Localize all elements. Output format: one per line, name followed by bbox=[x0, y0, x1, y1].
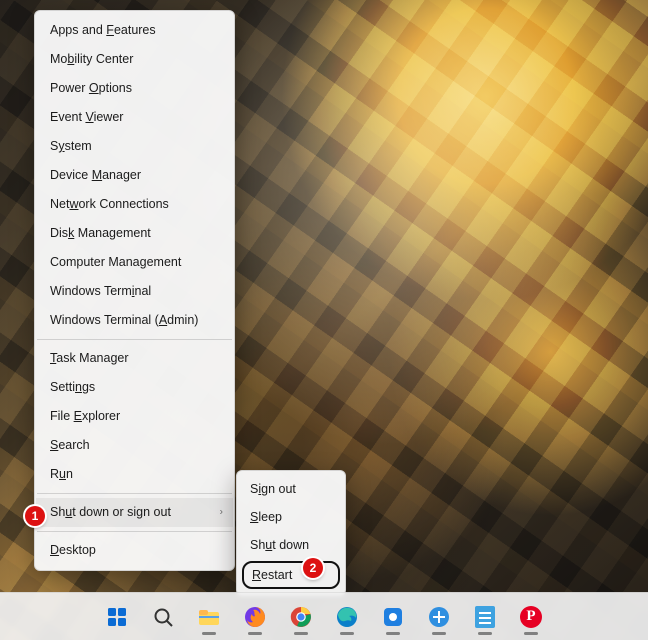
taskbar-start-button[interactable] bbox=[97, 597, 137, 637]
taskbar-pinterest-button[interactable]: P bbox=[511, 597, 551, 637]
menu-item-computer-management[interactable]: Computer Management bbox=[36, 248, 233, 277]
running-indicator bbox=[340, 632, 354, 635]
menu-item-label: Windows Terminal (Admin) bbox=[50, 313, 198, 327]
running-indicator bbox=[248, 632, 262, 635]
taskbar-firefox-button[interactable] bbox=[235, 597, 275, 637]
menu-item-event-viewer[interactable]: Event Viewer bbox=[36, 103, 233, 132]
menu-item-system[interactable]: System bbox=[36, 132, 233, 161]
chrome-icon bbox=[289, 605, 313, 629]
submenu-item-restart[interactable]: Restart bbox=[242, 561, 340, 589]
menu-item-label: Apps and Features bbox=[50, 23, 156, 37]
menu-item-disk-management[interactable]: Disk Management bbox=[36, 219, 233, 248]
menu-item-shutdown-signout[interactable]: Shut down or sign out › bbox=[36, 498, 233, 527]
callout-badge-2: 2 bbox=[303, 558, 323, 578]
taskbar-edge-button[interactable] bbox=[327, 597, 367, 637]
submenu-item-label: Shut down bbox=[250, 538, 309, 552]
menu-item-network-connections[interactable]: Network Connections bbox=[36, 190, 233, 219]
submenu-item-label: Sleep bbox=[250, 510, 282, 524]
menu-item-search[interactable]: Search bbox=[36, 431, 233, 460]
menu-item-device-manager[interactable]: Device Manager bbox=[36, 161, 233, 190]
menu-item-power-options[interactable]: Power Options bbox=[36, 74, 233, 103]
submenu-item-sleep[interactable]: Sleep bbox=[238, 503, 344, 531]
app-icon bbox=[427, 605, 451, 629]
menu-item-mobility-center[interactable]: Mobility Center bbox=[36, 45, 233, 74]
running-indicator bbox=[524, 632, 538, 635]
menu-item-label: Search bbox=[50, 438, 90, 452]
shutdown-submenu: Sign out Sleep Shut down Restart bbox=[236, 470, 346, 596]
menu-item-windows-terminal-admin[interactable]: Windows Terminal (Admin) bbox=[36, 306, 233, 335]
menu-item-label: File Explorer bbox=[50, 409, 120, 423]
search-icon bbox=[151, 605, 175, 629]
menu-separator bbox=[37, 493, 232, 494]
menu-item-label: Computer Management bbox=[50, 255, 181, 269]
menu-item-apps-features[interactable]: Apps and Features bbox=[36, 16, 233, 45]
menu-item-label: Device Manager bbox=[50, 168, 141, 182]
menu-item-label: Settings bbox=[50, 380, 95, 394]
submenu-item-sign-out[interactable]: Sign out bbox=[238, 475, 344, 503]
running-indicator bbox=[386, 632, 400, 635]
file-explorer-icon bbox=[197, 605, 221, 629]
taskbar-search-button[interactable] bbox=[143, 597, 183, 637]
start-icon bbox=[105, 605, 129, 629]
menu-separator bbox=[37, 531, 232, 532]
menu-item-label: Mobility Center bbox=[50, 52, 133, 66]
menu-item-label: Run bbox=[50, 467, 73, 481]
submenu-item-label: Restart bbox=[252, 568, 292, 582]
menu-item-desktop[interactable]: Desktop bbox=[36, 536, 233, 565]
submenu-item-label: Sign out bbox=[250, 482, 296, 496]
menu-item-settings[interactable]: Settings bbox=[36, 373, 233, 402]
taskbar-notes-button[interactable] bbox=[465, 597, 505, 637]
running-indicator bbox=[202, 632, 216, 635]
submenu-item-shut-down[interactable]: Shut down bbox=[238, 531, 344, 559]
pinterest-icon: P bbox=[520, 606, 542, 628]
menu-item-task-manager[interactable]: Task Manager bbox=[36, 344, 233, 373]
notes-icon bbox=[475, 606, 495, 628]
taskbar-bluesquare-button[interactable] bbox=[373, 597, 413, 637]
running-indicator bbox=[478, 632, 492, 635]
running-indicator bbox=[432, 632, 446, 635]
taskbar-chrome-button[interactable] bbox=[281, 597, 321, 637]
running-indicator bbox=[294, 632, 308, 635]
menu-item-windows-terminal[interactable]: Windows Terminal bbox=[36, 277, 233, 306]
menu-item-label: Windows Terminal bbox=[50, 284, 151, 298]
menu-item-label: Shut down or sign out bbox=[50, 505, 171, 519]
taskbar-pluscircle-button[interactable] bbox=[419, 597, 459, 637]
menu-item-label: Power Options bbox=[50, 81, 132, 95]
callout-badge-1: 1 bbox=[25, 506, 45, 526]
taskbar: P bbox=[0, 592, 648, 640]
menu-item-label: Network Connections bbox=[50, 197, 169, 211]
firefox-icon bbox=[243, 605, 267, 629]
winx-context-menu: Apps and Features Mobility Center Power Op… bbox=[34, 10, 235, 571]
edge-icon bbox=[335, 605, 359, 629]
menu-item-label: Event Viewer bbox=[50, 110, 123, 124]
menu-item-file-explorer[interactable]: File Explorer bbox=[36, 402, 233, 431]
menu-item-label: System bbox=[50, 139, 92, 153]
taskbar-explorer-button[interactable] bbox=[189, 597, 229, 637]
menu-item-run[interactable]: Run bbox=[36, 460, 233, 489]
app-icon bbox=[381, 605, 405, 629]
menu-item-label: Task Manager bbox=[50, 351, 129, 365]
menu-item-label: Desktop bbox=[50, 543, 96, 557]
menu-separator bbox=[37, 339, 232, 340]
menu-item-label: Disk Management bbox=[50, 226, 151, 240]
chevron-right-icon: › bbox=[220, 506, 223, 518]
